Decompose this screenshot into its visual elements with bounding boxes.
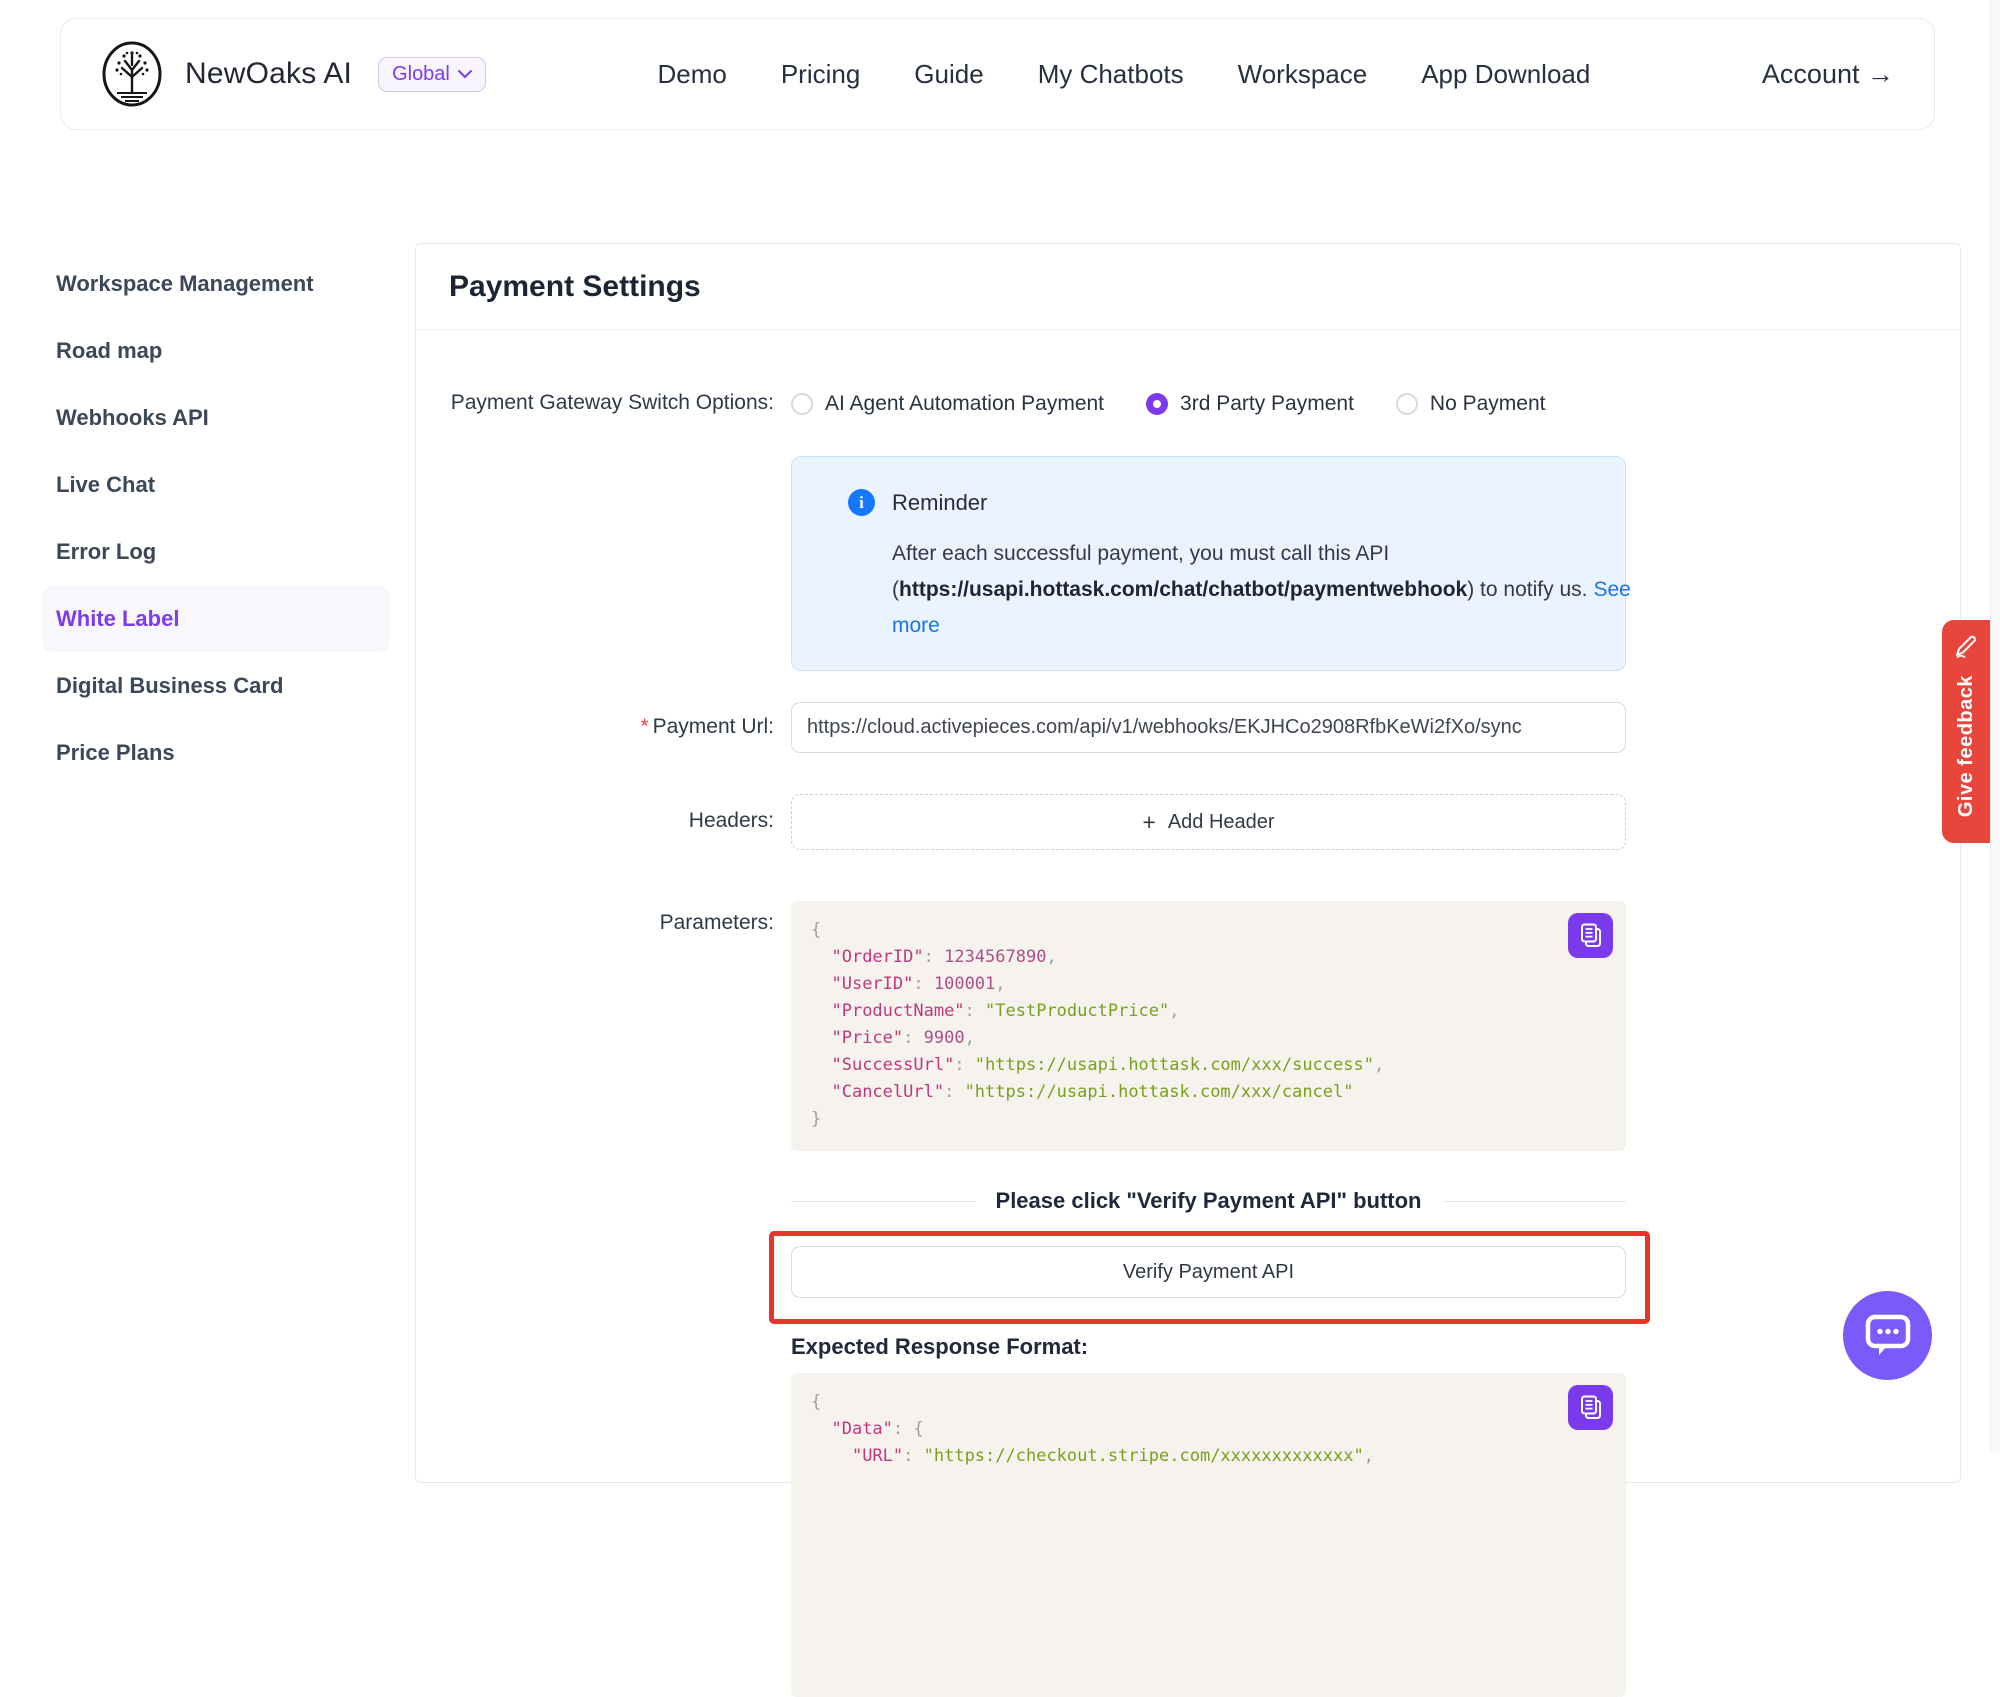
copy-parameters-button[interactable] bbox=[1568, 913, 1613, 958]
add-header-button[interactable]: + Add Header bbox=[791, 794, 1626, 850]
copy-expected-button[interactable] bbox=[1568, 1385, 1613, 1430]
sidebar-item-price-plans[interactable]: Price Plans bbox=[42, 719, 390, 786]
panel-header: Payment Settings bbox=[416, 244, 1960, 330]
sidebar-item-workspace-management[interactable]: Workspace Management bbox=[42, 250, 390, 317]
give-feedback-tab[interactable]: Give feedback bbox=[1942, 620, 1990, 843]
give-feedback-label: Give feedback bbox=[1955, 675, 1978, 817]
nav-app-download[interactable]: App Download bbox=[1421, 59, 1590, 90]
radio-ai-agent-automation-payment[interactable]: AI Agent Automation Payment bbox=[791, 392, 1104, 416]
payment-url-label: *Payment Url: bbox=[416, 715, 774, 739]
page-title: Payment Settings bbox=[449, 270, 701, 304]
reminder-text: After each successful payment, you must … bbox=[892, 536, 1648, 644]
reminder-text-after: ) to notify us. bbox=[1467, 578, 1587, 601]
info-icon: i bbox=[848, 489, 875, 516]
verify-hint-text: Please click "Verify Payment API" button bbox=[996, 1188, 1422, 1214]
expected-response-label: Expected Response Format: bbox=[791, 1334, 1088, 1360]
newoaks-tree-logo-icon bbox=[101, 41, 163, 107]
verify-hint-row: Please click "Verify Payment API" button bbox=[416, 1188, 1960, 1218]
nav-my-chatbots[interactable]: My Chatbots bbox=[1038, 59, 1184, 90]
scrollbar-track[interactable] bbox=[1990, 0, 2000, 1453]
payment-url-input[interactable] bbox=[791, 702, 1626, 753]
copy-icon bbox=[1578, 1394, 1604, 1421]
live-chat-launcher[interactable] bbox=[1843, 1291, 1932, 1380]
sidebar-item-label: Webhooks API bbox=[56, 405, 209, 431]
sidebar-item-error-log[interactable]: Error Log bbox=[42, 518, 390, 585]
reminder-header: i Reminder bbox=[848, 489, 1589, 516]
brand-name: NewOaks AI bbox=[185, 57, 352, 91]
headers-label: Headers: bbox=[416, 809, 774, 833]
sidebar-item-label: Digital Business Card bbox=[56, 673, 283, 699]
page: NewOaks AI Global Demo Pricing Guide My … bbox=[0, 0, 2000, 1453]
nav-guide[interactable]: Guide bbox=[914, 59, 983, 90]
radio-circle-icon[interactable] bbox=[791, 393, 813, 415]
top-navigation-bar: NewOaks AI Global Demo Pricing Guide My … bbox=[60, 18, 1935, 130]
gateway-switch-label: Payment Gateway Switch Options: bbox=[416, 391, 774, 415]
region-label: Global bbox=[392, 63, 450, 86]
reminder-alert: i Reminder After each successful payment… bbox=[791, 456, 1626, 671]
sidebar-item-live-chat[interactable]: Live Chat bbox=[42, 451, 390, 518]
radio-circle-icon[interactable] bbox=[1396, 393, 1418, 415]
parameters-code-block: { "OrderID": 1234567890, "UserID": 10000… bbox=[791, 901, 1626, 1151]
plus-icon: + bbox=[1142, 811, 1155, 834]
reminder-title: Reminder bbox=[892, 490, 987, 516]
account-link[interactable]: Account → bbox=[1762, 59, 1894, 90]
divider-line bbox=[791, 1201, 976, 1202]
divider-line bbox=[1442, 1201, 1627, 1202]
expected-response-code-block: { "Data": { "URL": "https://checkout.str… bbox=[791, 1373, 1626, 1697]
settings-sidebar: Workspace Management Road map Webhooks A… bbox=[42, 250, 390, 786]
reminder-webhook-url: https://usapi.hottask.com/chat/chatbot/p… bbox=[899, 578, 1467, 601]
nav-demo[interactable]: Demo bbox=[657, 59, 726, 90]
payment-url-row: *Payment Url: bbox=[416, 702, 1960, 754]
verify-payment-api-button[interactable]: Verify Payment API bbox=[791, 1246, 1626, 1298]
account-label: Account bbox=[1762, 59, 1860, 89]
pencil-icon bbox=[1953, 633, 1979, 659]
radio-3rd-party-payment[interactable]: 3rd Party Payment bbox=[1146, 392, 1354, 416]
sidebar-item-label: White Label bbox=[56, 606, 179, 632]
copy-icon bbox=[1578, 922, 1604, 949]
chat-bubble-icon bbox=[1864, 1313, 1912, 1358]
gateway-switch-row: Payment Gateway Switch Options: AI Agent… bbox=[416, 382, 1960, 426]
nav-pricing[interactable]: Pricing bbox=[781, 59, 860, 90]
sidebar-item-label: Live Chat bbox=[56, 472, 155, 498]
radio-label: 3rd Party Payment bbox=[1180, 392, 1354, 416]
radio-label: No Payment bbox=[1430, 392, 1546, 416]
radio-label: AI Agent Automation Payment bbox=[825, 392, 1104, 416]
nav-workspace[interactable]: Workspace bbox=[1238, 59, 1368, 90]
sidebar-item-label: Road map bbox=[56, 338, 162, 364]
add-header-label: Add Header bbox=[1168, 811, 1275, 834]
radio-circle-icon[interactable] bbox=[1146, 393, 1168, 415]
payment-settings-panel: Payment Settings Payment Gateway Switch … bbox=[415, 243, 1961, 1483]
arrow-right-icon: → bbox=[1867, 59, 1894, 89]
chevron-down-icon bbox=[458, 70, 472, 79]
sidebar-item-label: Price Plans bbox=[56, 740, 175, 766]
sidebar-item-white-label[interactable]: White Label bbox=[42, 585, 390, 652]
headers-row: Headers: + Add Header bbox=[416, 794, 1960, 850]
sidebar-item-webhooks-api[interactable]: Webhooks API bbox=[42, 384, 390, 451]
brand-block: NewOaks AI Global bbox=[101, 41, 486, 107]
expected-response-json: { "Data": { "URL": "https://checkout.str… bbox=[811, 1389, 1606, 1470]
parameters-label: Parameters: bbox=[416, 911, 774, 935]
sidebar-item-label: Error Log bbox=[56, 539, 156, 565]
gateway-radio-group: AI Agent Automation Payment 3rd Party Pa… bbox=[791, 382, 1545, 426]
parameters-json: { "OrderID": 1234567890, "UserID": 10000… bbox=[811, 917, 1606, 1133]
required-asterisk: * bbox=[640, 715, 648, 738]
sidebar-item-label: Workspace Management bbox=[56, 271, 314, 297]
sidebar-item-road-map[interactable]: Road map bbox=[42, 317, 390, 384]
region-selector[interactable]: Global bbox=[378, 57, 486, 92]
sidebar-item-digital-business-card[interactable]: Digital Business Card bbox=[42, 652, 390, 719]
radio-no-payment[interactable]: No Payment bbox=[1396, 392, 1546, 416]
main-nav: Demo Pricing Guide My Chatbots Workspace… bbox=[657, 59, 1590, 90]
